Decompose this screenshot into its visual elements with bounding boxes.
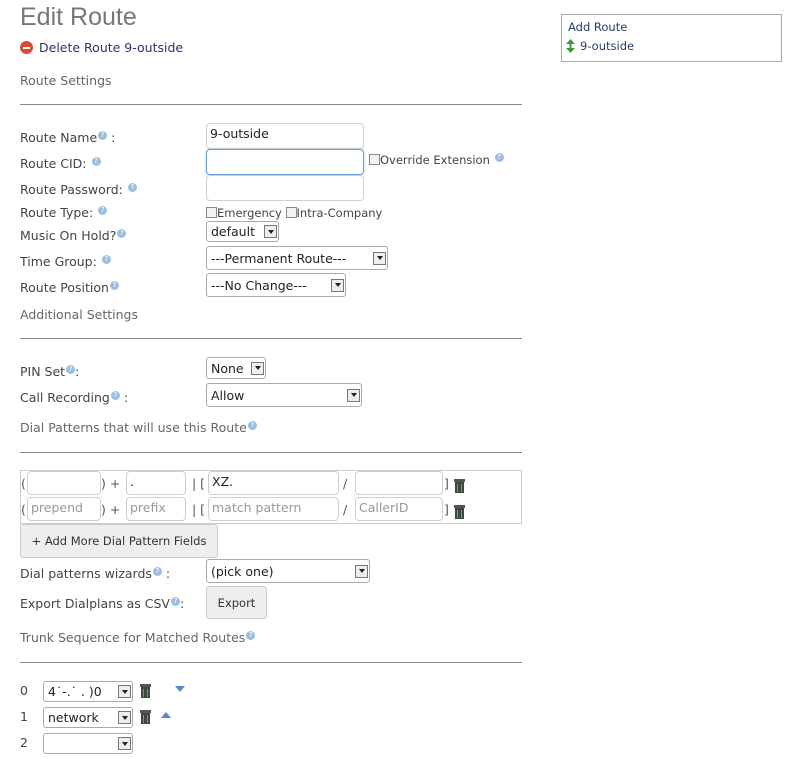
trunk-select[interactable]: network — [43, 707, 133, 728]
divider — [20, 104, 522, 105]
help-icon[interactable]: ? — [109, 280, 119, 290]
slash: / — [343, 502, 348, 517]
help-icon[interactable]: ? — [66, 364, 76, 374]
chevron-down-icon — [118, 711, 131, 724]
slash: / — [343, 476, 348, 491]
trash-icon[interactable] — [453, 478, 466, 493]
trunk-index: 1 — [20, 709, 28, 724]
chevron-down-icon — [347, 388, 360, 402]
trunk-select[interactable]: 4˙-.˙ . )0 — [43, 681, 133, 702]
route-cid-input[interactable] — [206, 149, 364, 175]
divider — [20, 452, 522, 453]
paren-close-plus: ) + — [101, 502, 121, 517]
trash-icon[interactable] — [139, 683, 152, 698]
help-icon[interactable]: ? — [110, 390, 120, 400]
move-up-icon[interactable] — [161, 712, 171, 718]
add-more-dial-patterns-button[interactable]: + Add More Dial Pattern Fields — [20, 524, 218, 558]
divider — [20, 338, 522, 339]
match-pattern-input[interactable]: match pattern — [208, 497, 339, 521]
music-on-hold-select[interactable]: default — [206, 221, 279, 242]
call-recording-label: Call Recording? : — [20, 390, 129, 405]
emergency-checkbox[interactable] — [206, 207, 217, 218]
help-icon[interactable]: ? — [98, 205, 108, 215]
chevron-down-icon — [251, 361, 264, 375]
override-extension[interactable]: Override Extension ? — [369, 153, 504, 167]
pin-set-label: PIN Set?: — [20, 364, 80, 379]
help-icon[interactable]: ? — [170, 596, 180, 606]
help-icon[interactable]: ? — [98, 130, 108, 140]
delete-route-label: Delete Route 9-outside — [39, 40, 184, 55]
time-group-label: Time Group: ? — [20, 254, 111, 269]
bracket-close: ] — [444, 476, 449, 491]
help-icon[interactable]: ? — [247, 420, 257, 430]
route-sidebar: Add Route 9-outside — [561, 14, 782, 62]
chevron-down-icon — [355, 564, 368, 578]
chevron-down-icon — [118, 737, 131, 750]
music-on-hold-label: Music On Hold?? — [20, 228, 127, 243]
route-password-label: Route Password: ? — [20, 182, 137, 197]
help-icon[interactable]: ? — [246, 630, 256, 640]
sort-arrows-icon — [566, 39, 575, 53]
call-recording-select[interactable]: Allow — [206, 383, 362, 407]
dial-patterns-wizard-select[interactable]: (pick one) — [206, 559, 370, 583]
divider — [20, 662, 522, 663]
move-down-icon[interactable] — [175, 686, 185, 692]
section-trunk-sequence: Trunk Sequence for Matched Routes? — [20, 630, 256, 645]
pipe-bracket: | [ — [192, 476, 206, 491]
prefix-input[interactable]: . — [126, 471, 186, 495]
dial-patterns-wizard-label: Dial patterns wizards? : — [20, 566, 171, 581]
chevron-down-icon — [373, 251, 386, 265]
match-pattern-input[interactable]: XZ. — [208, 471, 339, 495]
time-group-select[interactable]: ---Permanent Route--- — [206, 246, 388, 270]
route-password-input[interactable] — [206, 175, 364, 201]
sidebar-item-label: 9-outside — [580, 39, 635, 53]
paren-close-plus: ) + — [101, 476, 121, 491]
intra-company-checkbox[interactable] — [285, 207, 297, 218]
override-extension-checkbox[interactable] — [369, 154, 380, 165]
route-type-options: Emergency Intra-Company — [206, 206, 382, 220]
trash-icon[interactable] — [453, 504, 466, 519]
pin-set-select[interactable]: None — [206, 357, 266, 379]
paren-open: ( — [21, 502, 26, 517]
delete-icon — [20, 41, 33, 54]
bracket-close: ] — [444, 502, 449, 517]
prepend-input[interactable] — [27, 471, 101, 495]
route-name-label: Route Name? : — [20, 130, 116, 145]
sidebar-item-9-outside[interactable]: 9-outside — [566, 39, 634, 53]
delete-route-link[interactable]: Delete Route 9-outside — [20, 40, 183, 55]
chevron-down-icon — [264, 225, 277, 238]
trunk-index: 2 — [20, 735, 28, 750]
section-route-settings: Route Settings — [20, 73, 112, 88]
paren-open: ( — [21, 476, 26, 491]
trunk-index: 0 — [20, 683, 28, 698]
trunk-select[interactable] — [43, 733, 133, 754]
prefix-input[interactable]: prefix — [126, 497, 186, 521]
pipe-bracket: | [ — [192, 502, 206, 517]
route-type-label: Route Type: ? — [20, 205, 108, 220]
section-additional-settings: Additional Settings — [20, 307, 138, 322]
route-position-select[interactable]: ---No Change--- — [206, 273, 346, 297]
help-icon[interactable]: ? — [101, 254, 111, 264]
help-icon[interactable]: ? — [494, 153, 504, 163]
trash-icon[interactable] — [139, 709, 152, 724]
help-icon[interactable]: ? — [127, 182, 137, 192]
chevron-down-icon — [118, 685, 131, 698]
help-icon[interactable]: ? — [152, 566, 162, 576]
help-icon[interactable]: ? — [91, 156, 101, 166]
chevron-down-icon — [331, 278, 344, 292]
page-title: Edit Route — [20, 3, 137, 31]
help-icon[interactable]: ? — [117, 228, 127, 238]
route-cid-label: Route CID: ? — [20, 156, 101, 171]
prepend-input[interactable]: prepend — [27, 497, 101, 521]
export-button[interactable]: Export — [206, 586, 267, 619]
route-position-label: Route Position? — [20, 280, 119, 295]
export-label: Export Dialplans as CSV?: — [20, 596, 185, 611]
section-dial-patterns: Dial Patterns that will use this Route? — [20, 420, 257, 435]
add-route-link[interactable]: Add Route — [568, 20, 627, 34]
callerid-input[interactable]: CallerID — [355, 497, 443, 521]
route-name-input[interactable]: 9-outside — [206, 123, 364, 149]
callerid-input[interactable] — [355, 471, 443, 495]
